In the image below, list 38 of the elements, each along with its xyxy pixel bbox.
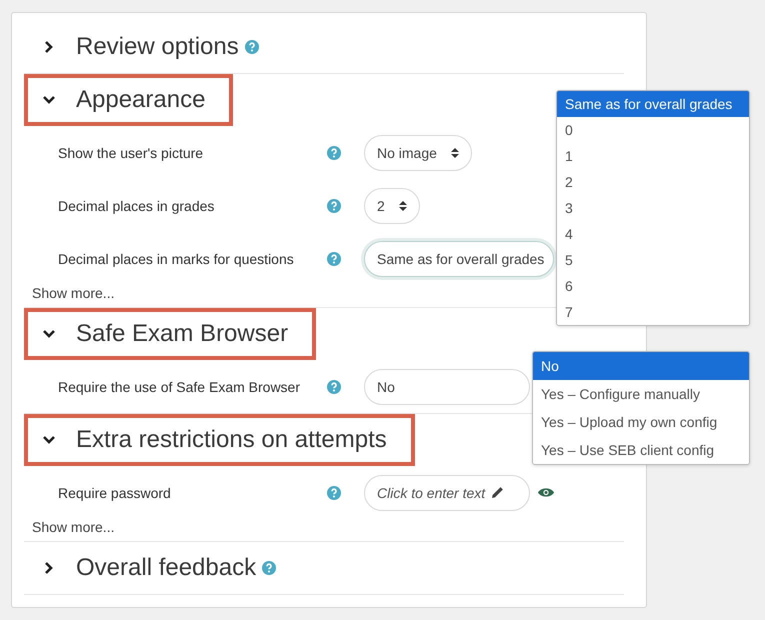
field-label: Show the user's picture [58, 144, 204, 160]
section-heading[interactable]: Review options [62, 33, 239, 61]
dropdown-option[interactable]: 5 [557, 246, 749, 272]
dropdown-option[interactable]: 7 [557, 298, 749, 324]
show-more-link[interactable]: Show more... [24, 285, 114, 307]
help-icon[interactable] [327, 146, 341, 160]
field-label: Decimal places in marks for questions [58, 250, 295, 266]
pencil-icon [491, 486, 504, 499]
section-heading[interactable]: Extra restrictions on attempts [62, 426, 387, 454]
dropdown-option[interactable]: 3 [557, 194, 749, 220]
help-icon[interactable] [244, 40, 259, 54]
help-icon[interactable] [327, 252, 341, 266]
select-field[interactable]: No [364, 368, 530, 404]
field-label: Require password [58, 484, 172, 500]
eye-icon[interactable] [538, 487, 554, 498]
password-field[interactable]: Click to enter text [364, 474, 530, 510]
dropdown-option[interactable]: Yes – Configure manually [533, 380, 749, 408]
dropdown-option[interactable]: 6 [557, 272, 749, 298]
dropdown-option[interactable]: Yes – Upload my own config [533, 408, 749, 436]
dropdown-option[interactable]: 2 [557, 168, 749, 194]
dropdown-option[interactable]: 1 [557, 142, 749, 168]
help-icon[interactable] [262, 561, 276, 575]
section-heading[interactable]: Safe Exam Browser [62, 320, 288, 348]
help-icon[interactable] [327, 380, 341, 394]
dropdown-option[interactable]: 0 [557, 116, 749, 142]
section-heading[interactable]: Appearance [62, 86, 206, 114]
dropdown-option[interactable]: No [533, 352, 749, 380]
help-icon[interactable] [327, 486, 341, 500]
dropdown-option[interactable]: 4 [557, 220, 749, 246]
field-label: Require the use of Safe Exam Browser [58, 378, 302, 394]
dropdown-option[interactable]: Yes – Use SEB client config [533, 436, 749, 464]
field-label: Decimal places in grades [58, 198, 216, 214]
select-field[interactable]: No image [364, 134, 472, 170]
help-icon[interactable] [327, 198, 341, 212]
show-more-link[interactable]: Show more... [24, 519, 114, 541]
section-heading[interactable]: Overall feedback [62, 554, 256, 582]
dropdown-option[interactable]: Same as for overall grades [557, 90, 749, 116]
select-field[interactable]: 2 [364, 188, 420, 224]
